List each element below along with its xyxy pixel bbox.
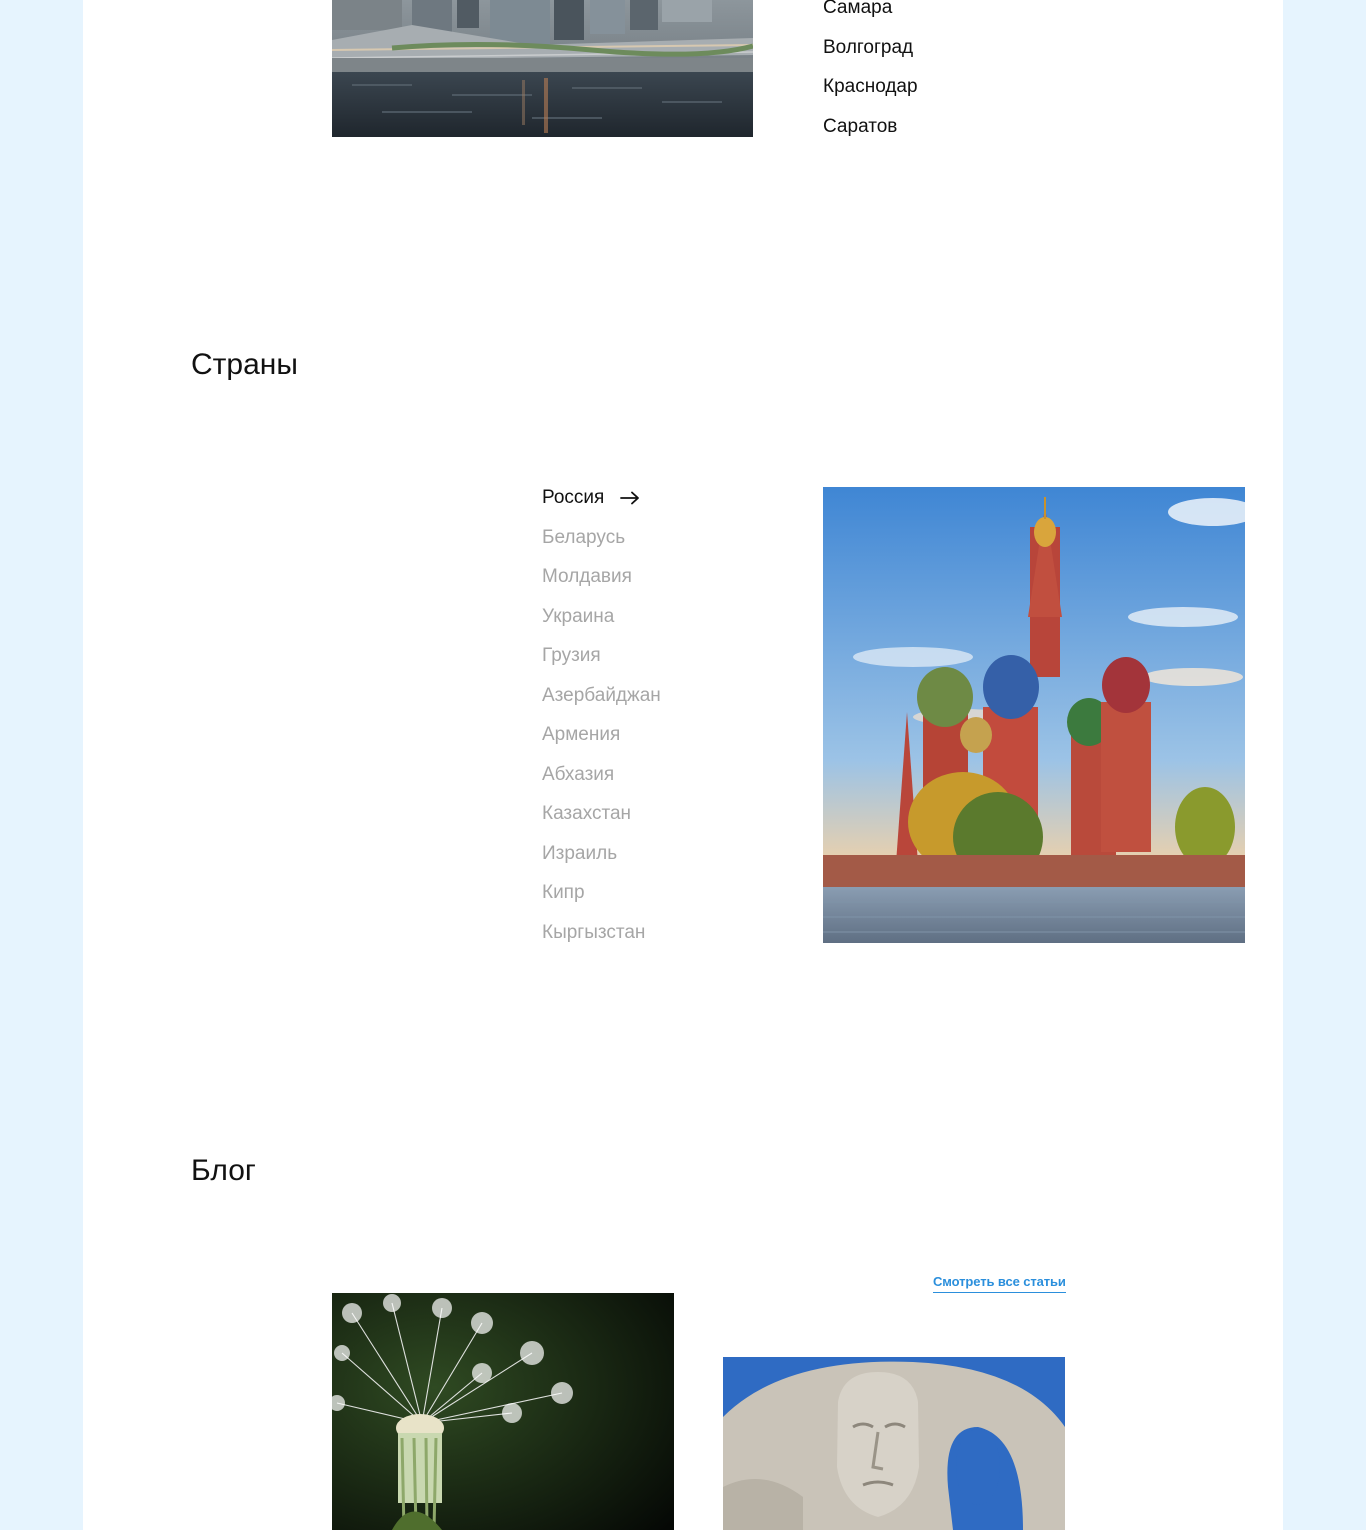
city-item[interactable]: Краснодар — [823, 67, 918, 107]
country-label: Азербайджан — [542, 684, 661, 706]
country-item[interactable]: Абхазия — [542, 755, 661, 795]
country-label: Казахстан — [542, 803, 632, 824]
country-label: Израиль — [542, 842, 618, 864]
country-item[interactable]: Азербайджан — [542, 676, 661, 716]
country-label: Абхазия — [542, 763, 615, 785]
country-item[interactable]: Беларусь — [542, 518, 661, 558]
blog-article-photo[interactable] — [332, 1293, 674, 1530]
arrow-right-icon — [620, 491, 640, 505]
country-item[interactable]: Украина — [542, 597, 661, 637]
country-label: Кипр — [542, 882, 585, 903]
countries-title: Страны — [191, 348, 298, 381]
blog-article-photo[interactable] — [723, 1357, 1065, 1530]
country-item[interactable]: Молдавия — [542, 557, 661, 597]
country-label: Армения — [542, 724, 621, 745]
city-item[interactable]: Саратов — [823, 107, 918, 147]
country-label: Молдавия — [542, 566, 632, 587]
city-item[interactable]: Волгоград — [823, 28, 918, 68]
city-list: Самара Волгоград Краснодар Саратов — [823, 0, 918, 146]
city-photo[interactable] — [332, 0, 753, 137]
country-item[interactable]: Кипр — [542, 873, 661, 913]
view-all-articles-link[interactable]: Смотреть все статьи — [933, 1274, 1066, 1293]
city-item[interactable]: Самара — [823, 0, 918, 28]
country-item[interactable]: Армения — [542, 715, 661, 755]
country-list: Россия Беларусь Молдавия Украина Грузия … — [542, 478, 661, 952]
country-label: Россия — [542, 487, 605, 508]
country-label: Украина — [542, 605, 615, 627]
country-item[interactable]: Израиль — [542, 834, 661, 874]
country-item[interactable]: Грузия — [542, 636, 661, 676]
country-item[interactable]: Кыргызстан — [542, 913, 661, 953]
country-item-russia[interactable]: Россия — [542, 478, 661, 518]
country-item[interactable]: Казахстан — [542, 794, 661, 834]
country-label: Беларусь — [542, 526, 626, 548]
country-label: Кыргызстан — [542, 921, 646, 943]
blog-title: Блог — [191, 1154, 256, 1187]
country-label: Грузия — [542, 645, 601, 666]
country-photo[interactable] — [823, 487, 1245, 943]
page-content: Самара Волгоград Краснодар Саратов Стран… — [83, 0, 1283, 1530]
